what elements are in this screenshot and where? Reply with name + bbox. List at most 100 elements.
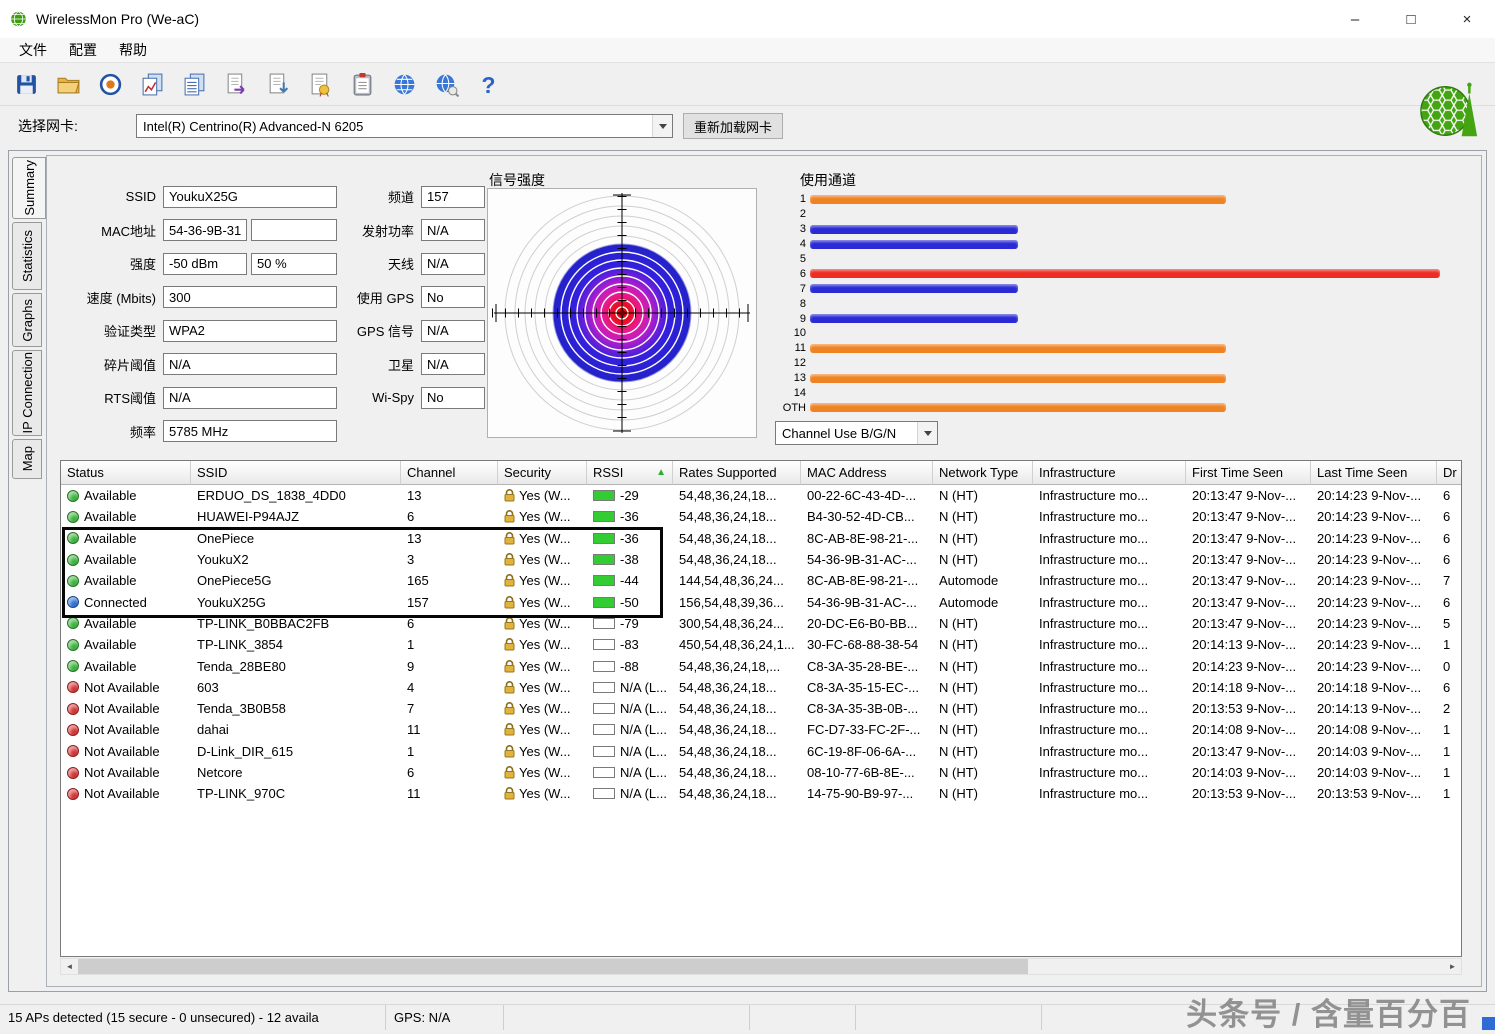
minimize-button[interactable]: –	[1327, 0, 1383, 38]
table-row[interactable]: AvailableERDUO_DS_1838_4DD013Yes (W...-2…	[61, 485, 1461, 506]
copy-list-button[interactable]	[180, 70, 208, 98]
column-header-dr[interactable]: Dr	[1437, 461, 1462, 485]
save-button[interactable]	[12, 70, 40, 98]
field-value-box[interactable]: -50 dBm	[163, 253, 247, 275]
scrollbar-track[interactable]	[78, 959, 1444, 974]
field-value-box[interactable]: No	[421, 387, 485, 409]
field-value-box[interactable]: 157	[421, 186, 485, 208]
field-label: 天线	[352, 254, 414, 273]
sign-button[interactable]	[306, 70, 334, 98]
status-cell: Not Available	[61, 741, 191, 762]
field-value-box[interactable]: 54-36-9B-31	[163, 219, 247, 241]
field-value-box[interactable]: No	[421, 286, 485, 308]
field-value-box[interactable]: YoukuX25G	[163, 186, 337, 208]
tab-graphs[interactable]: Graphs	[12, 293, 42, 347]
column-header-label: Last Time Seen	[1317, 465, 1407, 480]
table-row[interactable]: AvailableHUAWEI-P94AJZ6Yes (W...-3654,48…	[61, 506, 1461, 527]
last-seen-cell: 20:14:23 9-Nov-...	[1311, 634, 1437, 655]
network-type-cell: N (HT)	[933, 506, 1033, 527]
column-header-network-type[interactable]: Network Type	[933, 461, 1033, 485]
menu-config[interactable]: 配置	[58, 40, 108, 60]
scroll-right-button[interactable]: ►	[1444, 959, 1461, 974]
table-row[interactable]: Not AvailableD-Link_DIR_6151Yes (W...N/A…	[61, 741, 1461, 762]
scroll-left-button[interactable]: ◄	[61, 959, 78, 974]
field-value-box[interactable]: N/A	[163, 387, 337, 409]
table-row[interactable]: Not AvailableNetcore6Yes (W...N/A (L...5…	[61, 762, 1461, 783]
column-header-first-time-seen[interactable]: First Time Seen	[1186, 461, 1311, 485]
tab-map[interactable]: Map	[12, 439, 42, 479]
column-header-status[interactable]: Status	[61, 461, 191, 485]
summary-field-row: 速度 (Mbits)300	[60, 281, 337, 315]
table-row[interactable]: AvailableTenda_28BE809Yes (W...-8854,48,…	[61, 655, 1461, 676]
record-button[interactable]	[96, 70, 124, 98]
table-row[interactable]: Not Available6034Yes (W...N/A (L...54,48…	[61, 677, 1461, 698]
lock-icon	[504, 745, 515, 758]
field-value-box[interactable]: 5785 MHz	[163, 420, 337, 442]
network-type-cell: N (HT)	[933, 741, 1033, 762]
close-button[interactable]: ×	[1439, 0, 1495, 38]
column-header-channel[interactable]: Channel	[401, 461, 498, 485]
column-header-rssi[interactable]: RSSI▲	[587, 461, 673, 485]
help-button[interactable]: ?	[474, 70, 502, 98]
table-row[interactable]: Not AvailableTP-LINK_970C11Yes (W...N/A …	[61, 783, 1461, 804]
field-value-box[interactable]: N/A	[421, 320, 485, 342]
dr-cell: 7	[1437, 570, 1462, 591]
menu-file[interactable]: 文件	[8, 40, 58, 60]
rssi-value: N/A (L...	[620, 701, 667, 716]
tab-ip-connection[interactable]: IP Connection	[12, 350, 42, 436]
column-header-security[interactable]: Security	[498, 461, 587, 485]
scrollbar-thumb[interactable]	[78, 959, 1028, 974]
export-page-2-button[interactable]	[264, 70, 292, 98]
rates-cell: 54,48,36,24,18...	[673, 485, 801, 506]
horizontal-scrollbar[interactable]: ◄ ►	[60, 958, 1462, 975]
web-button[interactable]	[390, 70, 418, 98]
channel-cell: 6	[401, 762, 498, 783]
first-seen-cell: 20:13:47 9-Nov-...	[1186, 528, 1311, 549]
column-header-mac-address[interactable]: MAC Address	[801, 461, 933, 485]
network-type-cell: N (HT)	[933, 549, 1033, 570]
status-icon	[67, 724, 79, 736]
ssid-cell: HUAWEI-P94AJZ	[191, 506, 401, 527]
channel-row: 2	[782, 207, 1472, 222]
dr-cell: 6	[1437, 506, 1462, 527]
security-cell: Yes (W...	[498, 485, 587, 506]
report-button[interactable]	[348, 70, 376, 98]
menu-help[interactable]: 帮助	[108, 40, 158, 60]
field-value-box[interactable]: WPA2	[163, 320, 337, 342]
table-row[interactable]: Not AvailableTenda_3B0B587Yes (W...N/A (…	[61, 698, 1461, 719]
lock-icon	[504, 489, 515, 502]
column-header-rates-supported[interactable]: Rates Supported	[673, 461, 801, 485]
field-value-box[interactable]: 300	[163, 286, 337, 308]
channel-label: 5	[782, 253, 810, 265]
tab-statistics[interactable]: Statistics	[12, 222, 42, 290]
field-label: SSID	[60, 189, 156, 204]
field-value-box[interactable]: N/A	[421, 219, 485, 241]
last-seen-cell: 20:14:23 9-Nov-...	[1311, 528, 1437, 549]
tab-summary[interactable]: Summary	[12, 157, 46, 219]
maximize-button[interactable]: □	[1383, 0, 1439, 38]
table-row[interactable]: Not Availabledahai11Yes (W...N/A (L...54…	[61, 719, 1461, 740]
web-status-button[interactable]	[432, 70, 460, 98]
summary-field-row: 天线 N/A	[352, 247, 485, 281]
open-button[interactable]	[54, 70, 82, 98]
column-header-last-time-seen[interactable]: Last Time Seen	[1311, 461, 1437, 485]
export-page-button[interactable]	[222, 70, 250, 98]
summary-field-row: 碎片阈值N/A	[60, 348, 337, 382]
field-value-box-2[interactable]: 50 %	[251, 253, 337, 275]
column-header-infrastructure[interactable]: Infrastructure	[1033, 461, 1186, 485]
reload-adapter-button[interactable]: 重新加载网卡	[683, 113, 783, 139]
channel-use-select[interactable]: Channel Use B/G/N	[775, 421, 938, 445]
adapter-select[interactable]: Intel(R) Centrino(R) Advanced-N 6205	[136, 114, 673, 138]
infrastructure-cell: Infrastructure mo...	[1033, 528, 1186, 549]
mac-cell: 6C-19-8F-06-6A-...	[801, 741, 933, 762]
field-value-box[interactable]: N/A	[421, 353, 485, 375]
table-row[interactable]: AvailableTP-LINK_38541Yes (W...-83450,54…	[61, 634, 1461, 655]
infrastructure-cell: Infrastructure mo...	[1033, 591, 1186, 612]
column-header-ssid[interactable]: SSID	[191, 461, 401, 485]
status-icon	[67, 617, 79, 629]
copy-graph-button[interactable]	[138, 70, 166, 98]
field-value-box[interactable]: N/A	[163, 353, 337, 375]
field-value-box[interactable]: N/A	[421, 253, 485, 275]
rssi-bar-icon	[593, 661, 615, 672]
field-value-box-2[interactable]	[251, 219, 337, 241]
